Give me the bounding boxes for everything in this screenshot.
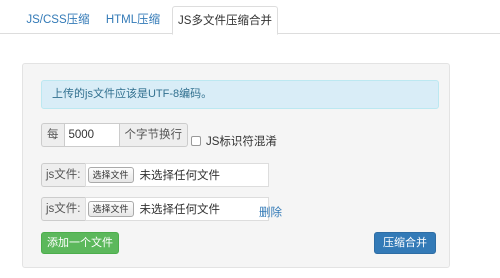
tab-html-compress[interactable]: HTML压缩 bbox=[98, 6, 168, 34]
file-input[interactable]: 选择文件 未选择任何文件 bbox=[84, 163, 269, 187]
tab-js-css-compress[interactable]: JS/CSS压缩 bbox=[22, 6, 94, 34]
file-row: js文件: 选择文件 未选择任何文件 bbox=[41, 197, 269, 221]
delete-file-link[interactable]: 删除 bbox=[259, 204, 282, 220]
choose-file-button[interactable]: 选择文件 bbox=[87, 167, 134, 183]
obfuscate-label: JS标识符混淆 bbox=[206, 136, 277, 148]
line-break-suffix: 个字节换行 bbox=[119, 123, 188, 147]
line-break-bytes-input[interactable] bbox=[63, 123, 120, 147]
add-file-button[interactable]: 添加一个文件 bbox=[41, 232, 119, 254]
choose-file-button[interactable]: 选择文件 bbox=[87, 201, 134, 217]
compress-merge-button[interactable]: 压缩合并 bbox=[374, 232, 436, 254]
file-row-label: js文件: bbox=[41, 163, 85, 187]
file-status-text: 未选择任何文件 bbox=[139, 204, 221, 216]
tab-js-multi-file-merge[interactable]: JS多文件压缩合并 bbox=[172, 6, 278, 35]
tab-bar: JS/CSS压缩 HTML压缩 JS多文件压缩合并 bbox=[0, 0, 500, 35]
file-row-label: js文件: bbox=[41, 197, 85, 221]
line-break-input-group: 每 个字节换行 bbox=[41, 123, 188, 147]
encoding-info-alert: 上传的js文件应该是UTF-8编码。 bbox=[41, 80, 439, 109]
file-input[interactable]: 选择文件 未选择任何文件 bbox=[84, 197, 269, 221]
file-status-text: 未选择任何文件 bbox=[139, 170, 221, 182]
obfuscate-checkbox[interactable] bbox=[191, 136, 201, 146]
line-break-prefix: 每 bbox=[41, 123, 64, 147]
file-row: js文件: 选择文件 未选择任何文件 bbox=[41, 163, 269, 187]
merge-form-panel: 上传的js文件应该是UTF-8编码。 每 个字节换行 JS标识符混淆 js文件:… bbox=[22, 63, 450, 268]
obfuscate-option[interactable]: JS标识符混淆 bbox=[191, 133, 277, 149]
